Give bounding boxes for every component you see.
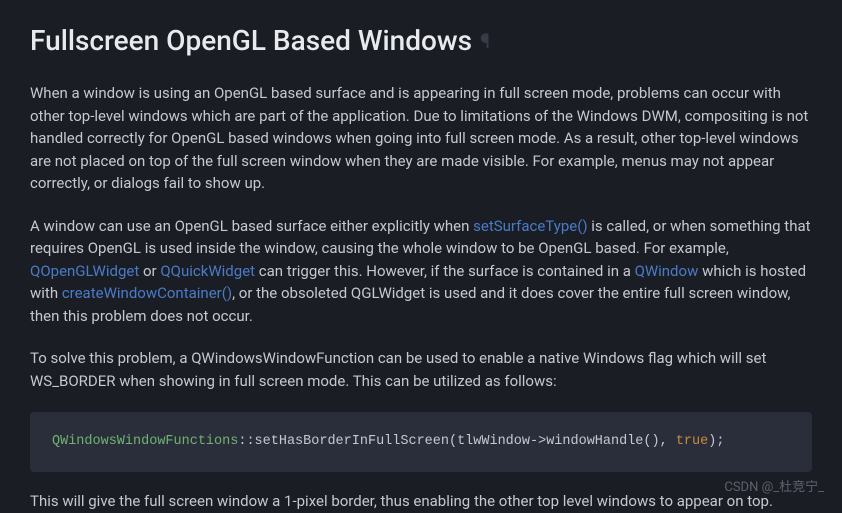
code-keyword: true — [676, 434, 708, 449]
anchor-icon[interactable]: ¶ — [480, 26, 490, 56]
link-qquickwidget[interactable]: QQuickWidget — [160, 262, 255, 280]
text-segment: or — [139, 262, 160, 280]
link-qopenglwidget[interactable]: QOpenGLWidget — [30, 262, 139, 280]
paragraph-3: To solve this problem, a QWindowsWindowF… — [30, 347, 812, 392]
link-createwindowcontainer[interactable]: createWindowContainer() — [62, 284, 232, 302]
code-block: QWindowsWindowFunctions::setHasBorderInF… — [30, 412, 812, 472]
paragraph-1: When a window is using an OpenGL based s… — [30, 82, 812, 195]
code-mid: ::setHasBorderInFullScreen(tlwWindow->wi… — [238, 434, 675, 449]
text-segment: A window can use an OpenGL based surface… — [30, 217, 473, 235]
heading-text: Fullscreen OpenGL Based Windows — [30, 20, 472, 62]
link-qwindow[interactable]: QWindow — [635, 262, 699, 280]
code-end: ); — [708, 434, 724, 449]
code-type: QWindowsWindowFunctions — [52, 434, 238, 449]
section-heading: Fullscreen OpenGL Based Windows ¶ — [30, 20, 812, 62]
text-segment: can trigger this. However, if the surfac… — [255, 262, 635, 280]
watermark: CSDN @_杜竞宁_ — [724, 478, 824, 498]
paragraph-4: This will give the full screen window a … — [30, 490, 812, 513]
paragraph-2: A window can use an OpenGL based surface… — [30, 215, 812, 328]
link-setsurfacetype[interactable]: setSurfaceType() — [473, 217, 587, 235]
